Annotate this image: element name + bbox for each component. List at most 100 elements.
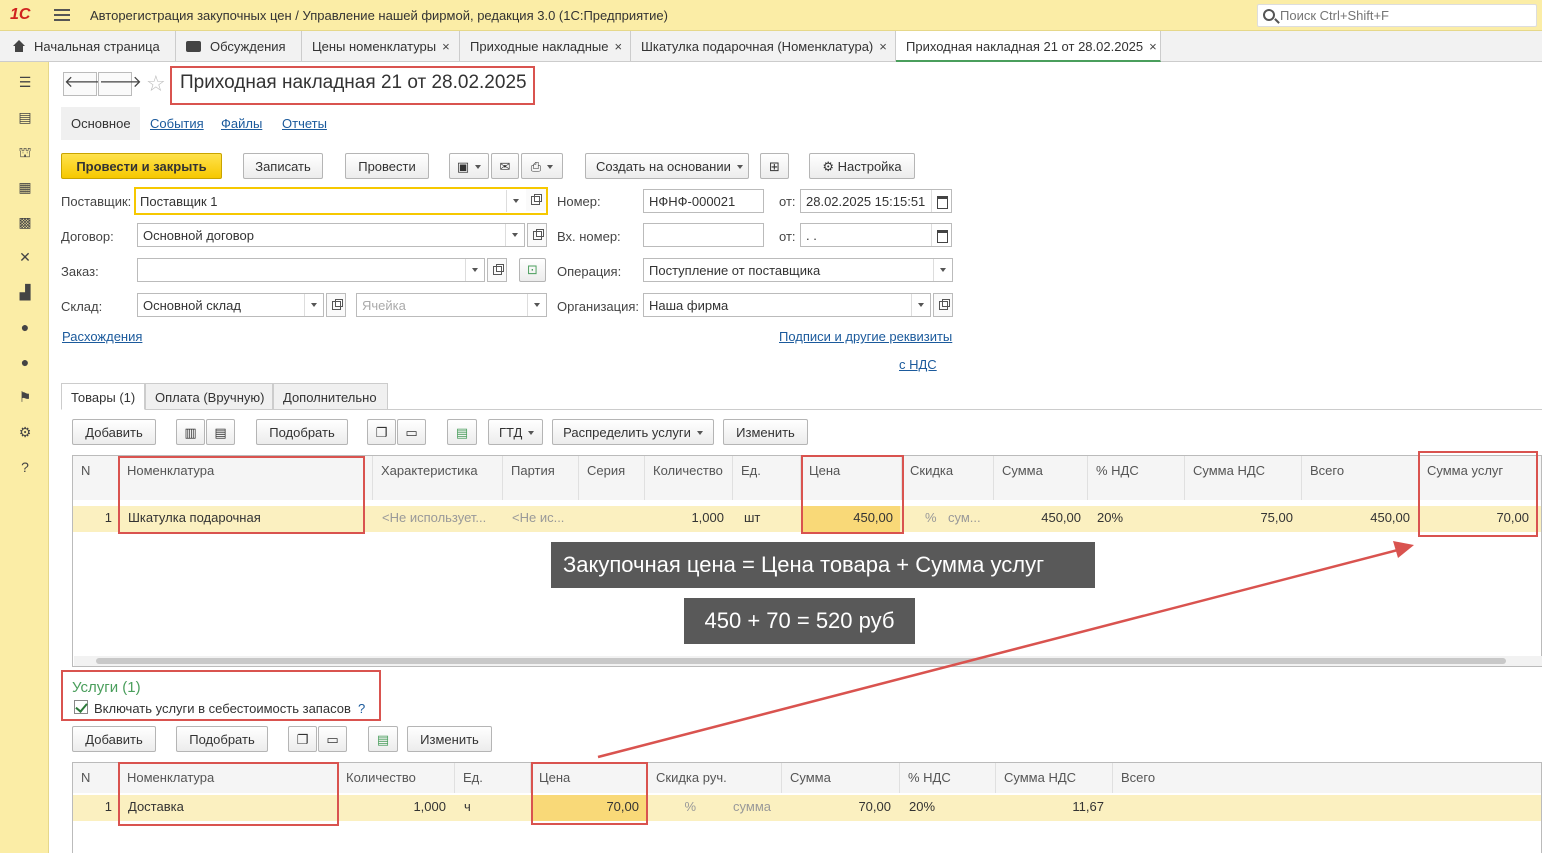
cell-quantity[interactable]: 1,000 [645, 506, 731, 532]
scanner-button[interactable]: ▤ [206, 419, 235, 445]
vat-link[interactable]: с НДС [899, 357, 937, 372]
tab-additional[interactable]: Дополнительно [273, 383, 388, 410]
link-main[interactable]: Основное [61, 107, 140, 140]
cart-icon[interactable]: ▦ [16, 179, 34, 195]
basket-icon[interactable]: ⛫ [16, 144, 34, 160]
cell-discount-percent[interactable]: % [918, 506, 938, 532]
table-button[interactable]: ▤ [447, 419, 477, 445]
col-total[interactable]: Всего [1302, 456, 1419, 500]
close-icon[interactable]: × [1149, 39, 1157, 54]
pick-goods-button[interactable]: Подобрать [256, 419, 348, 445]
paste-button[interactable]: ▭ [397, 419, 426, 445]
add-goods-button[interactable]: Добавить [72, 419, 156, 445]
chevron-down-icon[interactable] [933, 259, 951, 281]
forward-button[interactable]: 🡒 [98, 72, 142, 96]
tools-icon[interactable]: ✕ [16, 249, 34, 265]
settings-button[interactable]: ⚙ Настройка [809, 153, 915, 179]
tab-prices[interactable]: Цены номенклатуры × [302, 31, 460, 62]
post-button[interactable]: Провести [345, 153, 429, 179]
close-icon[interactable]: × [442, 39, 450, 54]
link-reports[interactable]: Отчеты [282, 116, 327, 131]
users-icon[interactable]: ● [16, 354, 34, 370]
chevron-down-icon[interactable] [465, 259, 483, 281]
tab-home[interactable]: Начальная страница [0, 31, 176, 62]
tab-discussions[interactable]: Обсуждения [176, 31, 302, 62]
horizontal-scrollbar[interactable] [96, 658, 1506, 664]
cell-unit[interactable]: шт [737, 506, 801, 532]
main-menu-icon[interactable] [54, 7, 70, 23]
cell-discount-sum[interactable]: сумма [707, 795, 778, 821]
create-based-on-button[interactable]: Создать на основании [585, 153, 749, 179]
tab-nomenclature[interactable]: Шкатулка подарочная (Номенклатура) × [631, 31, 896, 62]
open-warehouse-button[interactable] [326, 293, 346, 317]
ruble-icon[interactable]: ● [16, 319, 34, 335]
add-service-button[interactable]: Добавить [72, 726, 156, 752]
cell-quantity[interactable]: 1,000 [338, 795, 453, 821]
date-field[interactable]: 28.02.2025 15:15:51 [800, 189, 952, 213]
col-batch[interactable]: Партия [503, 456, 579, 500]
pick-service-button[interactable]: Подобрать [176, 726, 268, 752]
distribute-services-button[interactable]: Распределить услуги [552, 419, 714, 445]
col-vat-rate[interactable]: % НДС [1088, 456, 1185, 500]
open-contract-button[interactable] [527, 223, 547, 247]
close-icon[interactable]: × [879, 39, 887, 54]
cell-sum[interactable]: 70,00 [782, 795, 898, 821]
paste-service-button[interactable]: ▭ [318, 726, 347, 752]
order-field[interactable] [137, 258, 485, 282]
chevron-down-icon[interactable] [506, 190, 524, 212]
add-note-button[interactable]: ▣ [449, 153, 489, 179]
cell-total[interactable]: 450,00 [1302, 506, 1417, 532]
help-icon[interactable]: ? [358, 701, 365, 716]
col-sum[interactable]: Сумма [994, 456, 1088, 500]
in-date-field[interactable]: . . [800, 223, 952, 247]
calendar-icon[interactable] [931, 190, 951, 212]
in-number-field[interactable] [643, 223, 764, 247]
cell-vat-sum[interactable]: 11,67 [996, 795, 1111, 821]
tab-receipt-doc[interactable]: Приходная накладная 21 от 28.02.2025 × [896, 31, 1161, 62]
structure-button[interactable]: ⊞ [760, 153, 789, 179]
col-quantity[interactable]: Количество [338, 763, 455, 793]
col-n[interactable]: N [73, 763, 119, 793]
mail-button[interactable]: ✉ [491, 153, 519, 179]
favorite-star-icon[interactable]: ☆ [146, 71, 166, 97]
supplier-field[interactable]: Поставщик 1 [134, 187, 548, 215]
factory-icon[interactable]: ▟ [16, 284, 34, 300]
chevron-down-icon[interactable] [911, 294, 929, 316]
change-service-button[interactable]: Изменить [407, 726, 492, 752]
close-icon[interactable]: × [614, 39, 622, 54]
cell-sum[interactable]: 450,00 [994, 506, 1088, 532]
cell-unit[interactable]: ч [457, 795, 531, 821]
service-table-button[interactable]: ▤ [368, 726, 398, 752]
menu-icon[interactable]: ☰ [16, 74, 34, 90]
col-unit[interactable]: Ед. [455, 763, 531, 793]
calendar-icon[interactable] [931, 224, 951, 246]
tab-payment[interactable]: Оплата (Вручную) [145, 383, 273, 410]
chevron-down-icon[interactable] [304, 294, 322, 316]
cell-total[interactable] [1113, 795, 1230, 821]
chevron-down-icon[interactable] [527, 294, 545, 316]
signatures-link[interactable]: Подписи и другие реквизиты [779, 329, 952, 344]
cell-series[interactable] [579, 506, 645, 532]
number-field[interactable]: НФНФ-000021 [643, 189, 764, 213]
col-n[interactable]: N [73, 456, 119, 500]
col-quantity[interactable]: Количество [645, 456, 733, 500]
cell-vat-rate[interactable]: 20% [902, 795, 994, 821]
link-files[interactable]: Файлы [221, 116, 262, 131]
chevron-down-icon[interactable] [505, 224, 523, 246]
include-services-label[interactable]: Включать услуги в себестоимость запасов [94, 701, 351, 716]
operation-field[interactable]: Поступление от поставщика [643, 258, 953, 282]
org-field[interactable]: Наша фирма [643, 293, 931, 317]
gear-icon[interactable]: ⚙ [16, 424, 34, 440]
col-unit[interactable]: Ед. [733, 456, 801, 500]
cell-discount-sum[interactable]: сум... [941, 506, 994, 532]
cell-discount-percent[interactable]: % [648, 795, 703, 821]
contract-field[interactable]: Основной договор [137, 223, 525, 247]
cell-vat-sum[interactable]: 75,00 [1185, 506, 1300, 532]
open-icon[interactable] [526, 189, 546, 211]
col-vat-rate[interactable]: % НДС [900, 763, 996, 793]
tab-receipts[interactable]: Приходные накладные × [460, 31, 631, 62]
include-services-checkbox[interactable] [74, 700, 88, 714]
search-input[interactable] [1280, 7, 1530, 24]
col-vat-sum[interactable]: Сумма НДС [996, 763, 1113, 793]
col-manual-discount[interactable]: Скидка руч. [648, 763, 782, 793]
